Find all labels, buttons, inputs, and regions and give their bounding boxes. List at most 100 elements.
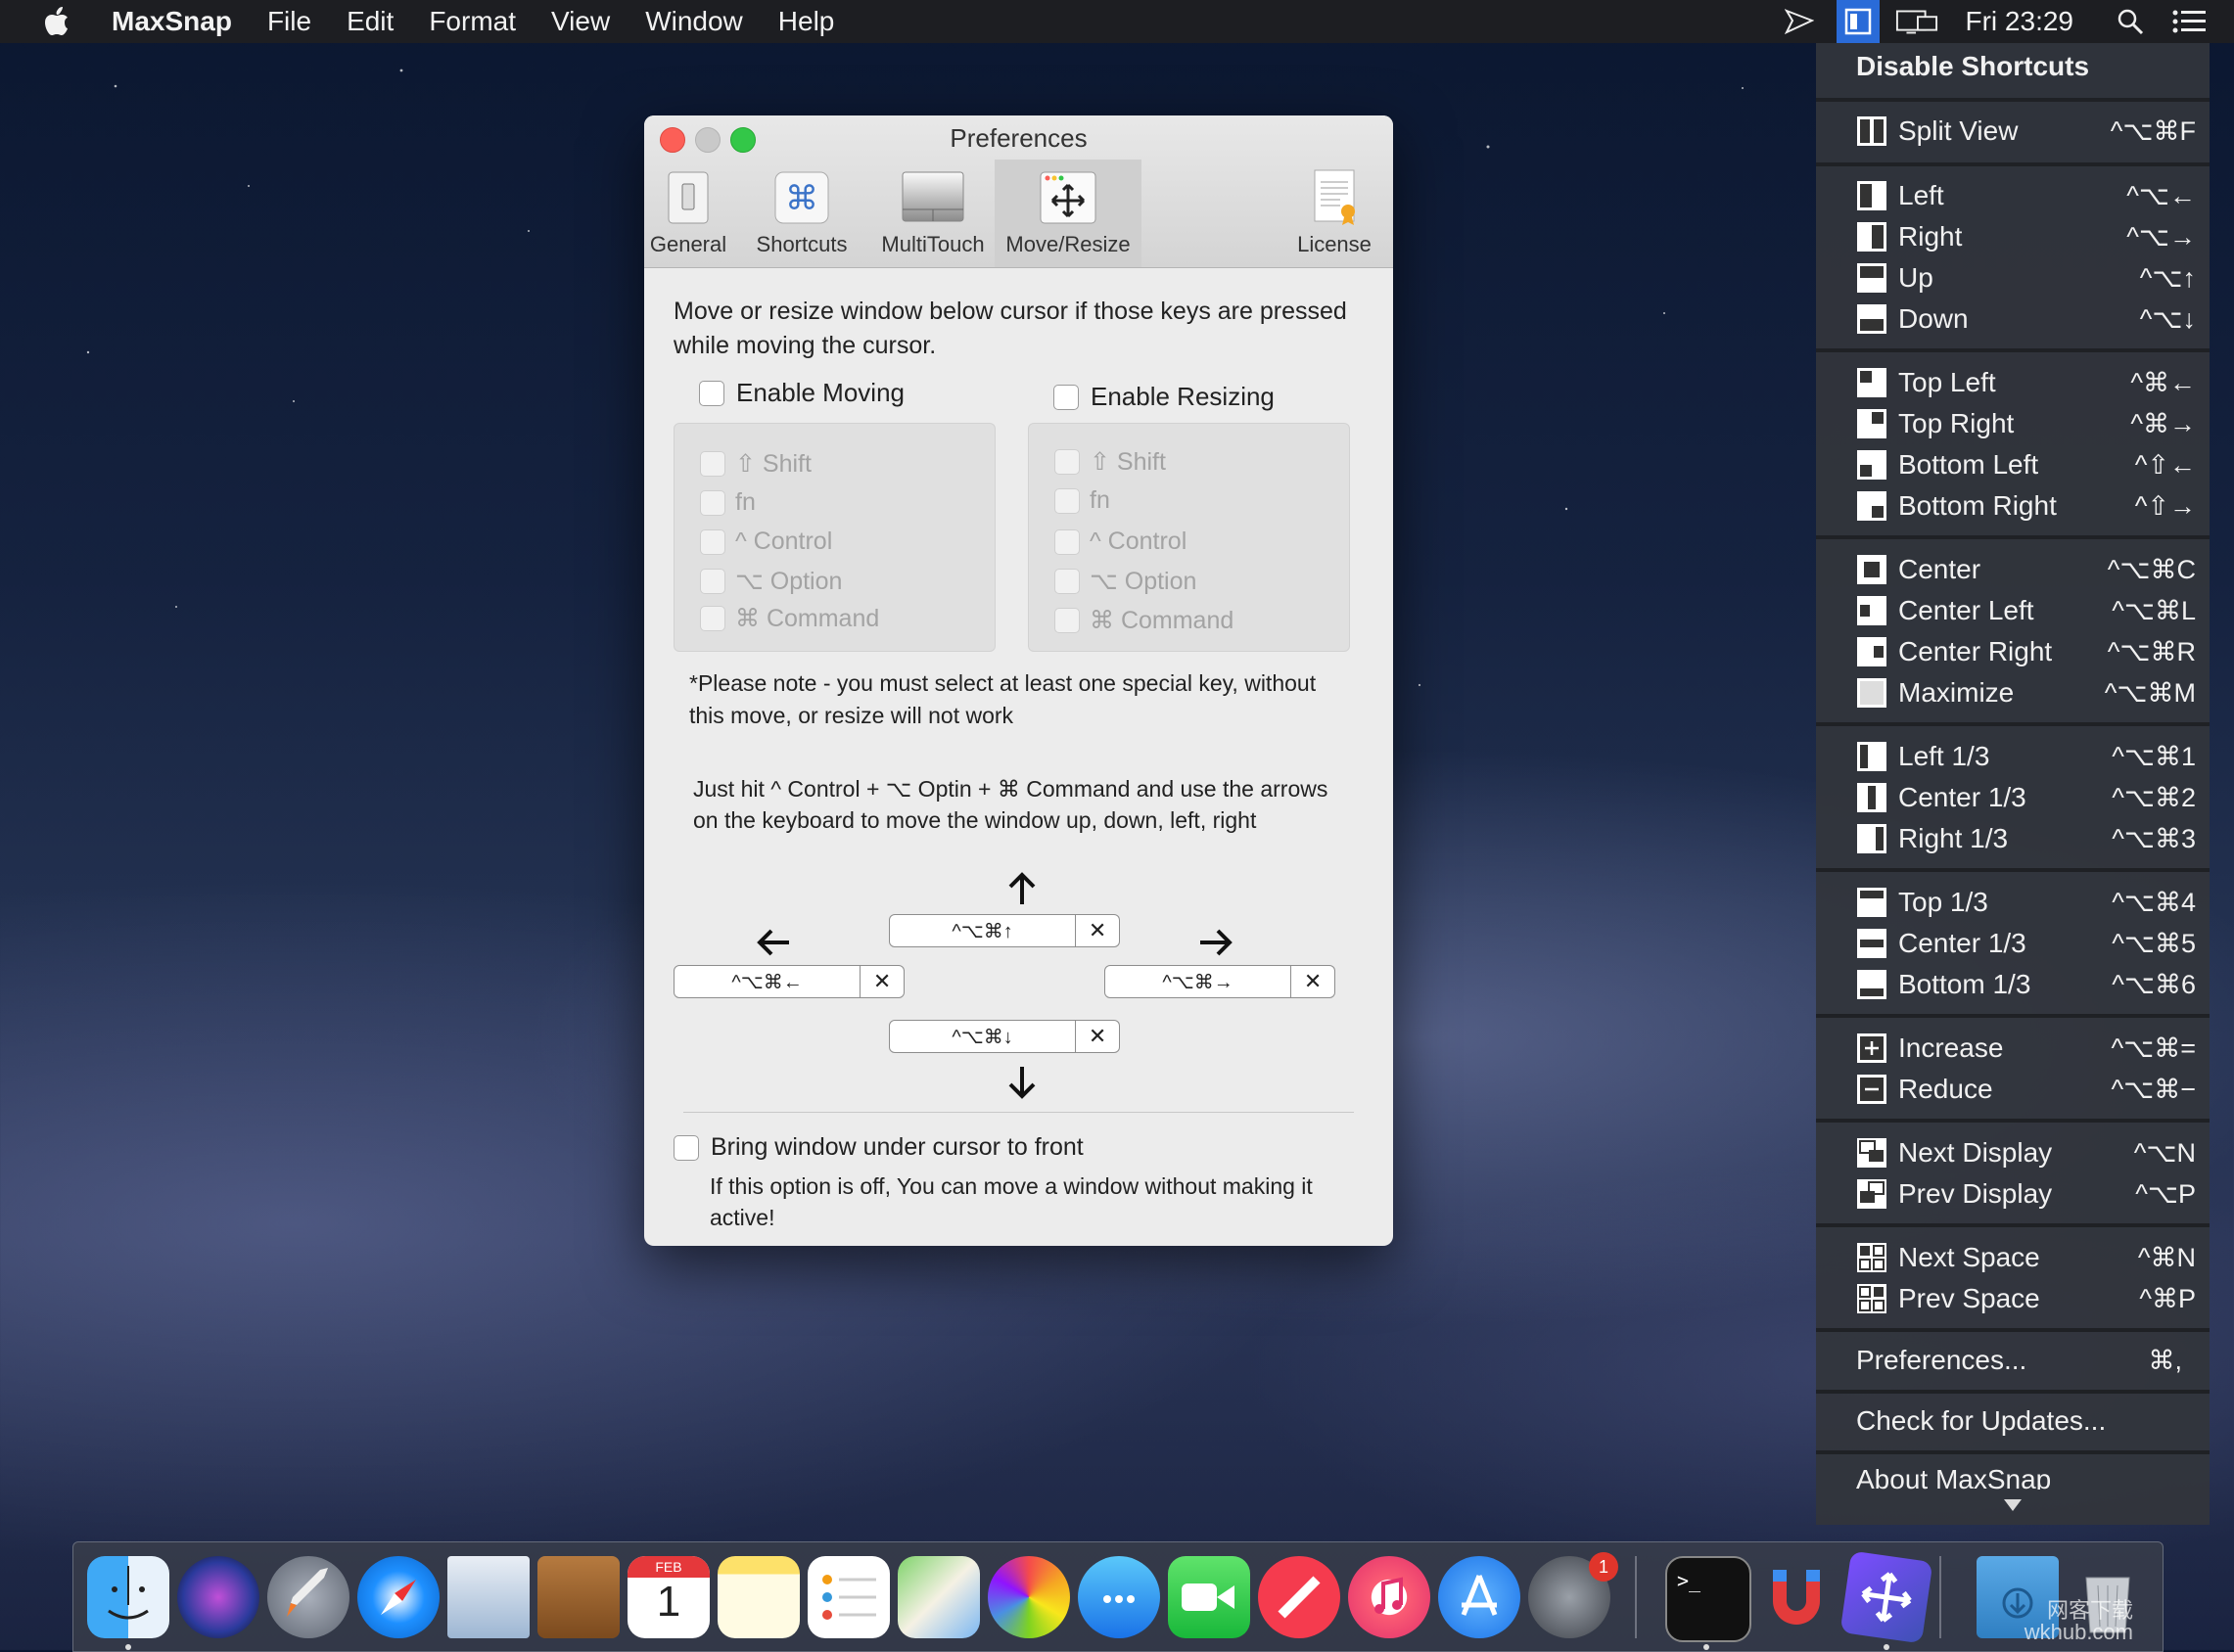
menu-item-right[interactable]: Right ^⌥→ xyxy=(1816,217,2210,256)
maps-icon[interactable] xyxy=(898,1556,980,1638)
app-name-menu[interactable]: MaxSnap xyxy=(112,6,232,37)
resizing-shift-option[interactable]: ⇧ Shift xyxy=(1054,447,1166,477)
menu-item-check-updates[interactable]: Check for Updates... xyxy=(1816,1401,2210,1441)
resizing-command-checkbox[interactable] xyxy=(1054,608,1080,633)
resizing-command-option[interactable]: ⌘ Command xyxy=(1054,606,1233,635)
apple-menu-icon[interactable] xyxy=(37,2,76,41)
move-up-key-field[interactable]: ^⌥⌘↑ xyxy=(889,914,1077,947)
resizing-option-option[interactable]: ⌥ Option xyxy=(1054,567,1196,596)
news-icon[interactable] xyxy=(1258,1556,1340,1638)
moving-control-checkbox[interactable] xyxy=(700,528,725,555)
terminal-icon[interactable]: >_ xyxy=(1665,1556,1751,1642)
enable-moving-row[interactable]: Enable Moving xyxy=(699,378,905,408)
tab-multitouch[interactable]: MultiTouch xyxy=(869,160,997,267)
siri-icon[interactable] xyxy=(177,1556,259,1638)
safari-compass-icon[interactable] xyxy=(357,1556,440,1638)
maxsnap-status-icon[interactable] xyxy=(1836,0,1880,43)
menu-item-down[interactable]: Down ^⌥↓ xyxy=(1816,299,2210,339)
resizing-fn-option[interactable]: fn xyxy=(1054,486,1110,515)
bring-to-front-row[interactable]: Bring window under cursor to front xyxy=(674,1133,1084,1162)
menu-item-left[interactable]: Left ^⌥← xyxy=(1816,176,2210,215)
moving-command-checkbox[interactable] xyxy=(700,606,725,631)
move-up-shortcut[interactable]: ^⌥⌘↑ ✕ xyxy=(889,914,1120,947)
menu-view[interactable]: View xyxy=(551,6,610,37)
move-right-shortcut[interactable]: ^⌥⌘→ ✕ xyxy=(1104,965,1335,998)
tab-license[interactable]: License xyxy=(1290,160,1378,267)
menu-item-center-left[interactable]: Center Left ^⌥⌘L xyxy=(1816,591,2210,630)
calendar-icon[interactable]: FEB 1 xyxy=(628,1556,710,1638)
tab-general[interactable]: General xyxy=(649,160,727,267)
moving-option-checkbox[interactable] xyxy=(700,569,725,594)
mail-eagle-stamp-icon[interactable] xyxy=(447,1556,530,1638)
move-down-clear-button[interactable]: ✕ xyxy=(1076,1020,1120,1053)
menu-item-right-third[interactable]: Right 1/3 ^⌥⌘3 xyxy=(1816,819,2210,858)
facetime-icon[interactable] xyxy=(1168,1556,1250,1638)
menu-item-next-space[interactable]: Next Space ^⌘N xyxy=(1816,1238,2210,1277)
messages-bubble-icon[interactable] xyxy=(1078,1556,1160,1638)
menu-item-reduce[interactable]: Reduce ^⌥⌘− xyxy=(1816,1070,2210,1109)
moving-fn-checkbox[interactable] xyxy=(700,489,725,516)
display-icon[interactable] xyxy=(1895,0,1938,43)
enable-moving-checkbox[interactable] xyxy=(699,380,724,406)
enable-resizing-checkbox[interactable] xyxy=(1053,384,1079,410)
moving-option-option[interactable]: ⌥ Option xyxy=(700,567,842,596)
reminders-icon[interactable] xyxy=(808,1556,890,1638)
contacts-book-icon[interactable] xyxy=(537,1556,620,1638)
move-right-clear-button[interactable]: ✕ xyxy=(1291,965,1335,998)
move-down-shortcut[interactable]: ^⌥⌘↓ ✕ xyxy=(889,1020,1120,1053)
menu-item-top-third[interactable]: Top 1/3 ^⌥⌘4 xyxy=(1816,883,2210,922)
maxsnap-move-icon[interactable] xyxy=(1839,1550,1933,1644)
menu-item-prev-space[interactable]: Prev Space ^⌘P xyxy=(1816,1279,2210,1318)
menu-format[interactable]: Format xyxy=(429,6,516,37)
menu-item-increase[interactable]: Increase ^⌥⌘= xyxy=(1816,1029,2210,1068)
resizing-shift-checkbox[interactable] xyxy=(1054,449,1080,475)
app-store-icon[interactable] xyxy=(1438,1556,1520,1638)
scroll-down-arrow-icon[interactable] xyxy=(2002,1497,2024,1513)
menu-item-top-right[interactable]: Top Right ^⌘→ xyxy=(1816,404,2210,443)
resizing-control-checkbox[interactable] xyxy=(1054,528,1080,555)
move-up-clear-button[interactable]: ✕ xyxy=(1076,914,1120,947)
itunes-music-icon[interactable] xyxy=(1348,1556,1430,1638)
tab-move-resize[interactable]: Move/Resize xyxy=(995,160,1141,267)
menu-item-center-right[interactable]: Center Right ^⌥⌘R xyxy=(1816,632,2210,671)
enable-resizing-row[interactable]: Enable Resizing xyxy=(1053,382,1275,412)
move-left-key-field[interactable]: ^⌥⌘← xyxy=(674,965,861,998)
menu-item-left-third[interactable]: Left 1/3 ^⌥⌘1 xyxy=(1816,737,2210,776)
bring-to-front-checkbox[interactable] xyxy=(674,1134,699,1161)
photos-icon[interactable] xyxy=(988,1556,1070,1638)
moving-fn-option[interactable]: fn xyxy=(700,488,756,517)
menu-edit[interactable]: Edit xyxy=(347,6,394,37)
resizing-option-checkbox[interactable] xyxy=(1054,569,1080,594)
menu-help[interactable]: Help xyxy=(778,6,835,37)
menu-item-preferences[interactable]: Preferences... ⌘, xyxy=(1816,1341,2210,1380)
menu-item-next-display[interactable]: Next Display ^⌥N xyxy=(1816,1133,2210,1172)
menu-item-bottom-left[interactable]: Bottom Left ^⇧← xyxy=(1816,445,2210,484)
menu-item-up[interactable]: Up ^⌥↑ xyxy=(1816,258,2210,298)
disable-shortcuts-item[interactable]: Disable Shortcuts xyxy=(1856,51,2089,82)
finder-icon[interactable] xyxy=(87,1556,169,1638)
menu-item-about[interactable]: About MaxSnap xyxy=(1816,1464,2210,1490)
notification-center-icon[interactable] xyxy=(2167,0,2211,43)
move-right-key-field[interactable]: ^⌥⌘→ xyxy=(1104,965,1292,998)
menubar-clock[interactable]: Fri 23:29 xyxy=(1966,6,2074,37)
launchpad-rocket-icon[interactable] xyxy=(267,1556,349,1638)
tab-shortcuts[interactable]: ⌘ Shortcuts xyxy=(752,160,852,267)
moving-shift-option[interactable]: ⇧ Shift xyxy=(700,449,812,479)
moving-shift-checkbox[interactable] xyxy=(700,451,725,477)
moving-command-option[interactable]: ⌘ Command xyxy=(700,604,879,633)
spotlight-search-icon[interactable] xyxy=(2109,0,2152,43)
menu-item-prev-display[interactable]: Prev Display ^⌥P xyxy=(1816,1174,2210,1214)
menu-item-center-third-horizontal[interactable]: Center 1/3 ^⌥⌘5 xyxy=(1816,924,2210,963)
menu-item-maximize[interactable]: Maximize ^⌥⌘M xyxy=(1816,673,2210,712)
magnet-icon[interactable] xyxy=(1755,1556,1838,1638)
menu-file[interactable]: File xyxy=(267,6,311,37)
notes-icon[interactable] xyxy=(718,1556,800,1638)
menu-item-top-left[interactable]: Top Left ^⌘← xyxy=(1816,363,2210,402)
menu-item-center[interactable]: Center ^⌥⌘C xyxy=(1816,550,2210,589)
move-left-shortcut[interactable]: ^⌥⌘← ✕ xyxy=(674,965,905,998)
moving-control-option[interactable]: ^ Control xyxy=(700,528,832,556)
menu-item-bottom-right[interactable]: Bottom Right ^⇧→ xyxy=(1816,486,2210,526)
menu-item-split-view[interactable]: Split View ^⌥⌘F xyxy=(1816,112,2210,151)
resizing-control-option[interactable]: ^ Control xyxy=(1054,528,1187,556)
menu-item-center-third[interactable]: Center 1/3 ^⌥⌘2 xyxy=(1816,778,2210,817)
